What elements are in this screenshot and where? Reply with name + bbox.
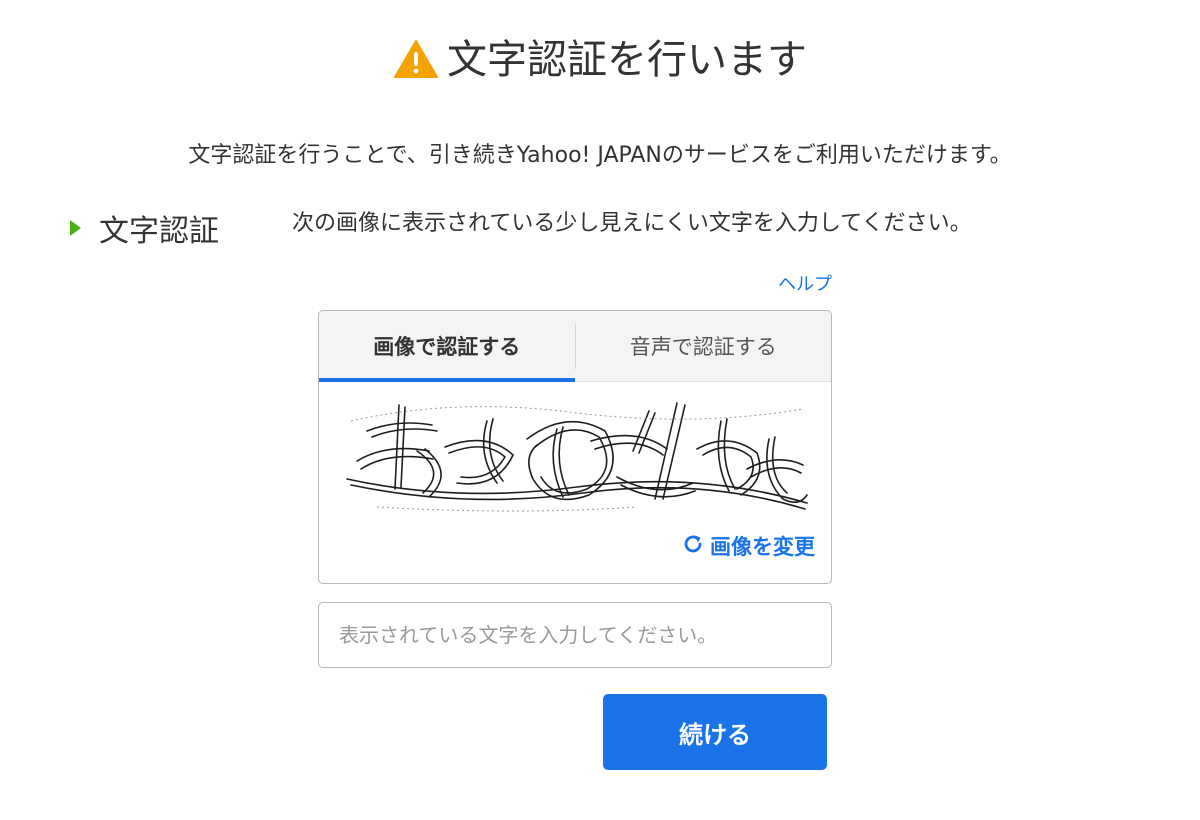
help-link[interactable]: ヘルプ bbox=[766, 272, 832, 298]
warning-icon bbox=[393, 36, 439, 96]
tab-audio-auth[interactable]: 音声で認証する bbox=[576, 311, 832, 381]
captcha-image bbox=[346, 402, 808, 512]
page-title-text: 文字認証を行います bbox=[447, 37, 807, 83]
tab-image-auth[interactable]: 画像で認証する bbox=[319, 311, 575, 382]
captcha-answer-input[interactable] bbox=[318, 602, 832, 668]
captcha-tabs: 画像で認証する 音声で認証する bbox=[319, 311, 831, 382]
page-title: 文字認証を行います bbox=[0, 30, 1200, 96]
description-text: 文字認証を行うことで、引き続きYahoo! JAPANのサービスをご利用いただけ… bbox=[188, 143, 1012, 168]
refresh-icon bbox=[682, 533, 704, 560]
triangle-marker-icon bbox=[70, 220, 81, 236]
instruction-text: 次の画像に表示されている少し見えにくい文字を入力してください。 bbox=[292, 211, 972, 236]
continue-button[interactable]: 続ける bbox=[603, 694, 827, 770]
refresh-captcha-link[interactable]: 画像を変更 bbox=[682, 531, 815, 561]
section-label-text: 文字認証 bbox=[99, 214, 219, 249]
refresh-captcha-label: 画像を変更 bbox=[710, 535, 815, 559]
captcha-panel: 画像で認証する 音声で認証する 画像を変更 bbox=[318, 310, 832, 584]
section-label: 文字認証 bbox=[70, 206, 219, 250]
